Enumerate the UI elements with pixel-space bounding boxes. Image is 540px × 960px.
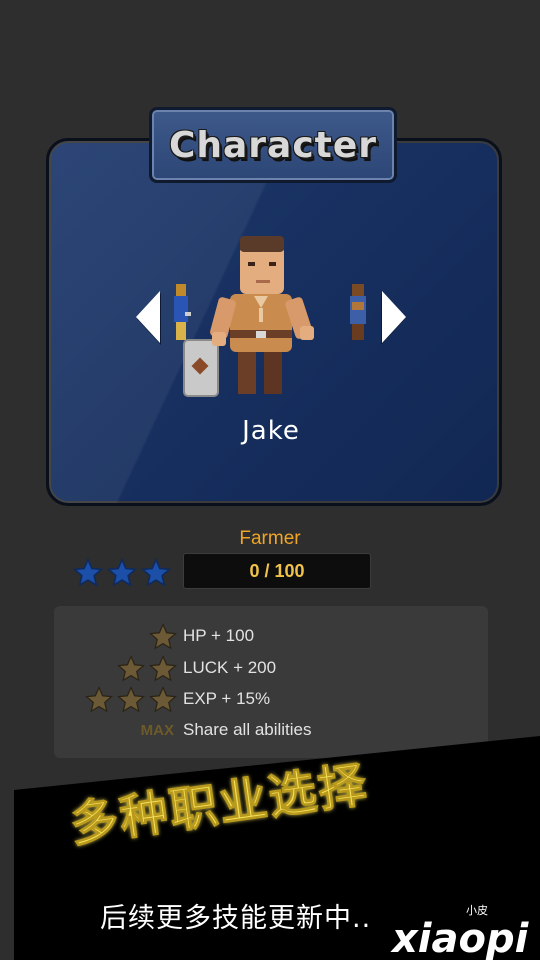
character-select-screen: Character Jake Farmer 0 / 100 HP + 100 L… — [0, 0, 540, 960]
ability-stars — [116, 654, 178, 684]
chevron-right-icon[interactable] — [382, 291, 406, 343]
progress-text: 0 / 100 — [249, 560, 305, 581]
star-icon — [140, 557, 172, 587]
ability-label: LUCK + 200 — [183, 658, 277, 677]
logo-text: xiaopi — [390, 916, 530, 960]
xiaopi-logo: 小皮 xiaopi — [390, 904, 530, 960]
rank-stars — [72, 557, 172, 589]
ability-row: HP + 100 — [54, 622, 488, 650]
experience-progress: 0 / 100 — [183, 553, 371, 589]
screen-title: Character — [168, 124, 378, 166]
star-icon — [116, 654, 146, 682]
title-plate: Character — [149, 107, 397, 183]
ability-label: HP + 100 — [183, 626, 255, 645]
star-icon — [148, 654, 178, 682]
promo-subline: 后续更多技能更新中.. — [100, 903, 372, 934]
character-name: Jake — [242, 416, 300, 446]
job-title: Farmer — [239, 528, 301, 549]
ability-stars — [148, 622, 178, 652]
star-icon — [106, 557, 138, 587]
chevron-left-icon[interactable] — [136, 291, 160, 343]
star-icon — [148, 622, 178, 650]
ability-row: LUCK + 200 — [54, 654, 488, 682]
next-character-preview[interactable] — [348, 280, 370, 342]
star-icon — [72, 557, 104, 587]
character-model — [183, 236, 314, 397]
